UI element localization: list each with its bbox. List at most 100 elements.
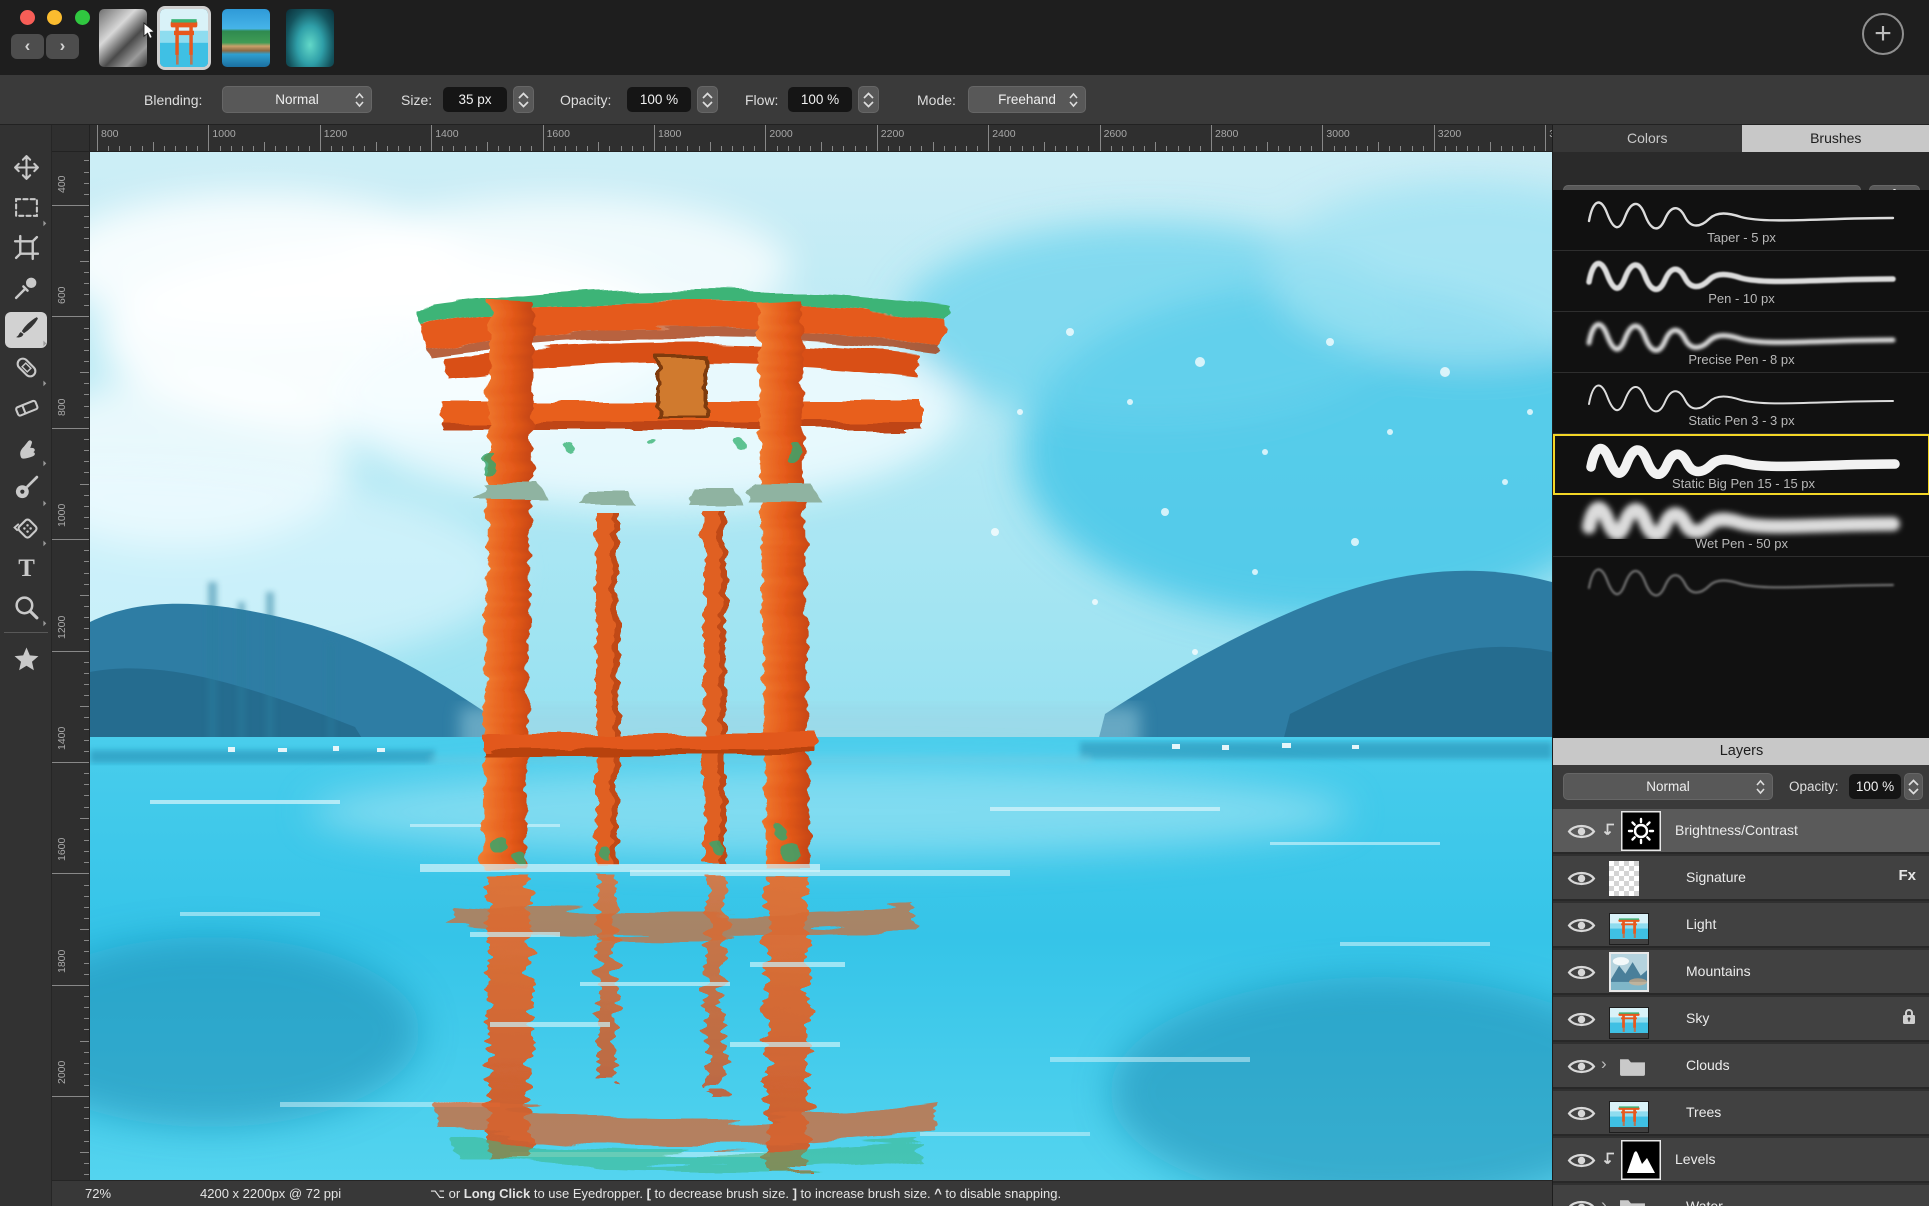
eye-visibility-icon[interactable] [1567, 1057, 1596, 1081]
blur-tool[interactable] [5, 472, 47, 508]
eye-visibility-icon[interactable] [1567, 1198, 1596, 1206]
document-thumbnail-3[interactable] [222, 9, 270, 67]
document-thumbnail-4[interactable] [286, 9, 334, 67]
layer-row[interactable]: ›Clouds [1553, 1044, 1929, 1089]
zoom-tool[interactable] [5, 592, 47, 628]
context-toolbar: 35 Blending: Normal Size: 35 px Opacity:… [0, 75, 1929, 125]
size-stepper[interactable] [513, 86, 534, 113]
layer-opacity-stepper[interactable] [1904, 773, 1923, 800]
healing-tool[interactable] [5, 352, 47, 388]
eraser-tool[interactable] [5, 392, 47, 428]
brush-item[interactable]: Wet Pen - 50 px [1553, 496, 1929, 557]
expander-chevron-icon[interactable]: › [1601, 1195, 1607, 1206]
blur-icon [13, 474, 40, 506]
layer-opacity-input[interactable]: 100 % [1849, 774, 1901, 799]
eye-visibility-icon[interactable] [1567, 869, 1596, 893]
lock-icon[interactable] [1902, 1008, 1916, 1029]
brush-label: Static Big Pen 15 - 15 px [1555, 476, 1929, 491]
layer-row[interactable]: › Water [1553, 1185, 1929, 1206]
layer-thumbnail[interactable] [1619, 1056, 1646, 1082]
fill-icon [13, 514, 40, 546]
layer-row[interactable]: Light [1553, 903, 1929, 948]
eye-visibility-icon[interactable] [1567, 1104, 1596, 1128]
smudge-tool[interactable] [5, 432, 47, 468]
document-thumbnail-2[interactable] [157, 6, 211, 70]
blending-value: Normal [275, 92, 319, 107]
layer-row[interactable]: Levels [1553, 1138, 1929, 1183]
mode-value: Freehand [998, 92, 1056, 107]
layer-row[interactable]: Trees [1553, 1091, 1929, 1136]
clipping-arrow-icon [1603, 822, 1617, 844]
layer-thumbnail[interactable] [1621, 811, 1661, 856]
brush-item[interactable]: Taper - 5 px [1553, 190, 1929, 251]
layer-name: Trees [1686, 1104, 1721, 1120]
layer-thumbnail[interactable] [1609, 861, 1639, 901]
opacity-input[interactable]: 100 % [627, 87, 691, 112]
crop-tool[interactable] [5, 232, 47, 268]
tab-colors[interactable]: Colors [1553, 125, 1742, 152]
brush-tool[interactable] [5, 312, 47, 348]
text-tool[interactable]: T [5, 552, 47, 588]
minimize-window-button[interactable] [47, 10, 62, 25]
brush-item[interactable]: Static Big Pen 15 - 15 px [1553, 434, 1929, 495]
layer-row[interactable]: Sky [1553, 997, 1929, 1042]
application-window: ‹ › + 35 Blending: Normal Size: 35 px Op… [0, 0, 1929, 1206]
zoom-level: 72% [85, 1186, 111, 1201]
brush-item[interactable]: Precise Pen - 8 px [1553, 312, 1929, 373]
document-thumbnail-1[interactable] [99, 9, 147, 67]
blending-dropdown[interactable]: Normal [222, 86, 372, 113]
ruler-label: 1200 [324, 128, 347, 140]
document-tab-bar: ‹ › + [0, 0, 1929, 75]
fx-badge[interactable]: Fx [1898, 867, 1916, 884]
size-label: Size: [401, 75, 432, 125]
flow-stepper[interactable] [858, 86, 879, 113]
layer-blend-mode-dropdown[interactable]: Normal [1563, 773, 1773, 800]
back-button[interactable]: ‹ [11, 34, 44, 59]
brush-item[interactable] [1553, 557, 1929, 613]
fill-tool[interactable] [5, 512, 47, 548]
layer-blend-mode-value: Normal [1646, 779, 1690, 794]
eye-visibility-icon[interactable] [1567, 916, 1596, 940]
expander-chevron-icon[interactable]: › [1601, 1054, 1607, 1074]
flow-input[interactable]: 100 % [788, 87, 852, 112]
move-tool[interactable] [5, 152, 47, 188]
ruler-label: 1400 [56, 727, 68, 750]
brush-item[interactable]: Pen - 10 px [1553, 251, 1929, 312]
layer-row[interactable]: Mountains [1553, 950, 1929, 995]
layer-thumbnail[interactable] [1609, 952, 1649, 997]
marquee-tool[interactable] [5, 192, 47, 228]
favorites-icon [13, 646, 40, 678]
ruler-label: 2000 [769, 128, 792, 140]
layer-name: Light [1686, 916, 1716, 932]
chevron-updown-icon [1069, 92, 1078, 111]
eyedropper-tool[interactable] [5, 272, 47, 308]
layer-thumbnail[interactable] [1609, 1007, 1649, 1039]
favorites-tool[interactable] [5, 644, 47, 680]
close-window-button[interactable] [20, 10, 35, 25]
ruler-label: 2200 [881, 128, 904, 140]
mode-dropdown[interactable]: Freehand [968, 86, 1086, 113]
eye-visibility-icon[interactable] [1567, 963, 1596, 987]
eye-visibility-icon[interactable] [1567, 1010, 1596, 1034]
new-document-button[interactable]: + [1862, 13, 1904, 55]
tab-brushes[interactable]: Brushes [1742, 125, 1929, 152]
layer-thumbnail[interactable] [1619, 1197, 1646, 1206]
tool-divider [4, 632, 48, 633]
layer-name: Water [1686, 1198, 1723, 1206]
brush-item[interactable]: Static Pen 3 - 3 px [1553, 373, 1929, 434]
zoom-window-button[interactable] [75, 10, 90, 25]
layer-blend-row: Normal Opacity: 100 % [1553, 765, 1929, 809]
opacity-stepper[interactable] [697, 86, 718, 113]
layer-thumbnail[interactable] [1609, 913, 1649, 945]
eye-visibility-icon[interactable] [1567, 1151, 1596, 1175]
layer-row[interactable]: SignatureFx [1553, 856, 1929, 901]
eye-visibility-icon[interactable] [1567, 822, 1596, 846]
layer-thumbnail[interactable] [1609, 1101, 1649, 1133]
layer-row[interactable]: Brightness/Contrast [1553, 809, 1929, 854]
move-icon [13, 154, 40, 186]
canvas-artwork[interactable] [90, 152, 1552, 1180]
forward-button[interactable]: › [46, 34, 79, 59]
ruler-label: 1800 [658, 128, 681, 140]
size-input[interactable]: 35 px [443, 87, 507, 112]
layer-thumbnail[interactable] [1621, 1140, 1661, 1185]
